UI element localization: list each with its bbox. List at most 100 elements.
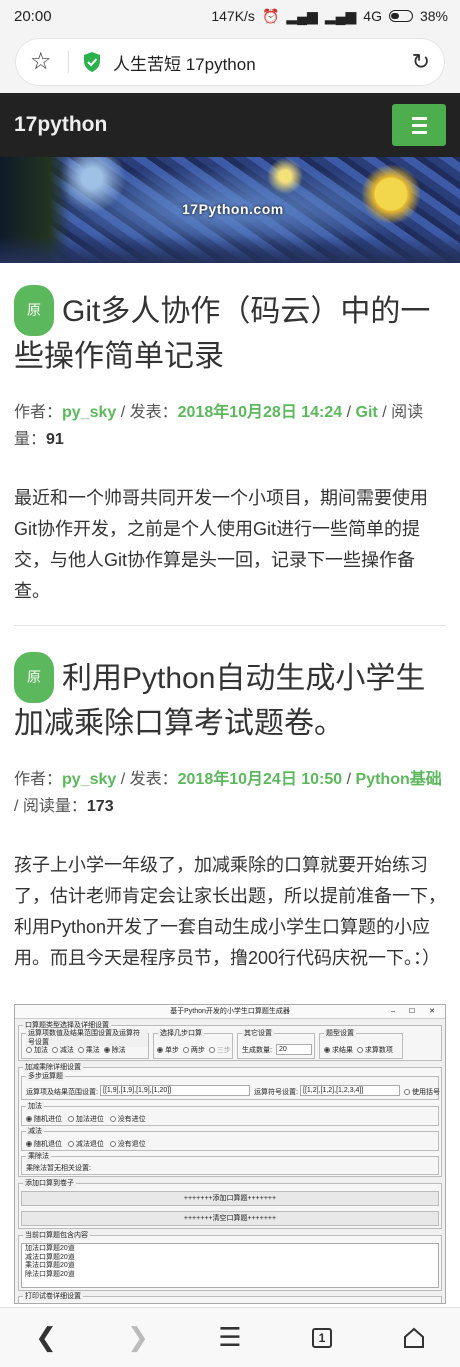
bracket-option[interactable]: 使用括号 [404, 1087, 440, 1097]
opset-label: 运算符号设置: [254, 1089, 298, 1096]
post-excerpt: 孩子上小学一年级了，加减乘除的口算就要开始练习了，估计老师肯定会让家长出题，所以… [14, 855, 446, 968]
range-input[interactable]: [[1,9],[1,9],[1,9],[1,20]] [100, 1085, 250, 1096]
divider [68, 51, 69, 73]
group-legend: 多步运算题 [26, 1072, 65, 1081]
content-line: 乘法口算题20道 [25, 1262, 75, 1269]
add-to-paper-group: 添加口算到卷子 +++++++添加口算题+++++++ +++++++清空口算题… [18, 1179, 442, 1229]
radio-icon[interactable] [26, 1141, 32, 1147]
page-title[interactable]: 人生苦短 17python [113, 50, 412, 75]
option-label: 随机进位 [34, 1116, 62, 1123]
menu-bar-icon [411, 116, 427, 120]
home-icon[interactable] [394, 1318, 434, 1358]
author-label: 作者： [14, 771, 63, 788]
browser-bottom-nav: ❮ ❯ ☰ 1 [0, 1307, 460, 1367]
checkbox-icon[interactable] [26, 1047, 32, 1053]
post-title[interactable]: 原利用Python自动生成小学生加减乘除口算考试题卷。 [14, 652, 446, 744]
post-title[interactable]: 原 Git多人协作（码云）中的一些操作简单记录 [14, 285, 446, 377]
option-label: 加法进位 [75, 1116, 104, 1123]
tabs-button[interactable]: 1 [302, 1318, 342, 1358]
date-label: / 发表： [116, 404, 178, 421]
date-label: / 发表： [116, 771, 178, 788]
opset-input[interactable]: [[1,2],[1,2],[1,2,3,4]] [300, 1085, 400, 1096]
radio-icon[interactable] [356, 1047, 363, 1053]
content-textarea[interactable]: 加法口算题20道 减法口算题20道 乘法口算题20道 除法口算题20道 [21, 1243, 439, 1288]
forward-arrow-icon[interactable]: ❯ [118, 1318, 158, 1358]
radio-icon[interactable] [208, 1047, 215, 1053]
add-questions-button[interactable]: +++++++添加口算题+++++++ [21, 1191, 439, 1206]
option-label: 随机退位 [34, 1141, 62, 1148]
checkbox-icon[interactable] [103, 1047, 110, 1053]
option-label: 三步 [216, 1047, 231, 1054]
group-legend: 乘除法 [26, 1152, 51, 1161]
alarm-icon: ⏰ [261, 7, 280, 24]
post-title-text[interactable]: 利用Python自动生成小学生加减乘除口算考试题卷。 [14, 662, 425, 740]
checkbox-icon[interactable] [404, 1089, 410, 1095]
checkbox-icon[interactable] [77, 1047, 84, 1053]
question-type-group: 题型设置 求结果 求算数项 [319, 1029, 403, 1059]
author-link[interactable]: py_sky [62, 771, 116, 788]
add-options: 随机进位 加法进位 没有进位 [26, 1114, 146, 1124]
group-legend: 减法 [26, 1127, 44, 1136]
meta-sep: / [342, 404, 356, 421]
group-legend: 加减乘除详细设置 [23, 1063, 83, 1072]
type-options: 求结果 求算数项 [324, 1045, 393, 1055]
ops-group: 运算项数值及结果范围设置及运算符号设置 加法 减法 乘法 除法 [21, 1029, 149, 1059]
content-line: 除法口算题20道 [25, 1270, 75, 1278]
current-content-group: 当前口算题包含内容 加法口算题20道 减法口算题20道 乘法口算题20道 除法口… [18, 1231, 442, 1291]
option-label: 求结果 [332, 1047, 353, 1054]
option-label: 除法 [111, 1047, 126, 1054]
category-link[interactable]: Python基础 [356, 771, 442, 788]
battery-icon [388, 10, 413, 22]
banner-hill-shape [0, 235, 460, 263]
group-legend: 选择几步口算 [158, 1029, 204, 1038]
signal-icon-2: ▂▄▆ [324, 7, 357, 24]
group-legend: 打印试卷详细设置 [23, 1292, 83, 1301]
clear-questions-button[interactable]: +++++++清空口算题+++++++ [21, 1211, 439, 1226]
menu-lines-icon[interactable]: ☰ [210, 1318, 250, 1358]
gen-count-label: 生成数量: [242, 1047, 272, 1054]
home-shape [404, 1327, 424, 1348]
muldiv-text: 乘除法暂无相关设置: [26, 1165, 91, 1172]
option-label: 求算数项 [364, 1047, 393, 1054]
back-arrow-icon[interactable]: ❮ [26, 1318, 66, 1358]
status-bar: 20:00 147K/s ⏰ ▂▄▆ ▂▄▆ 4G 38% [0, 0, 460, 32]
address-bar[interactable]: ☆ 人生苦短 17python ↻ [16, 39, 444, 85]
print-settings-group: 打印试卷详细设置 [18, 1292, 442, 1303]
author-link[interactable]: py_sky [62, 404, 116, 421]
site-brand[interactable]: 17python [14, 113, 392, 137]
sub-options: 随机退位 减法退位 没有退位 [26, 1139, 146, 1149]
detail-settings-group: 加减乘除详细设置 多步运算题 运算项及结果范围设置: [[1,9],[1,9],… [18, 1063, 442, 1177]
radio-icon[interactable] [182, 1047, 189, 1053]
banner-logo: 17Python.com [182, 201, 284, 217]
status-indicators: 147K/s ⏰ ▂▄▆ ▂▄▆ 4G 38% [211, 8, 448, 25]
content-line: 减法口算题20道 [25, 1253, 75, 1261]
radio-icon[interactable] [67, 1116, 74, 1122]
battery-level: 38% [419, 8, 448, 24]
tab-count-icon: 1 [312, 1327, 332, 1348]
radio-icon[interactable] [324, 1047, 330, 1053]
radio-icon[interactable] [109, 1116, 116, 1122]
category-link[interactable]: Git [356, 404, 378, 421]
menu-bar-icon [411, 130, 427, 134]
secure-shield-icon [84, 52, 100, 72]
views-label: / 阅读量： [14, 798, 87, 815]
radio-icon[interactable] [157, 1047, 163, 1053]
network-speed: 147K/s [211, 8, 255, 24]
gen-count-input[interactable]: 20 [276, 1044, 312, 1055]
other-settings-group: 其它设置 生成数量: 20 [237, 1029, 315, 1059]
radio-icon[interactable] [109, 1141, 116, 1147]
checkbox-icon[interactable] [51, 1047, 58, 1053]
post-title-text[interactable]: Git多人协作（码云）中的一些操作简单记录 [14, 295, 430, 373]
post-meta: 作者：py_sky / 发表：2018年10月24日 10:50 / Pytho… [14, 766, 446, 820]
original-badge: 原 [14, 652, 54, 703]
type-settings-group: 口算题类型选择及详细设置 运算项数值及结果范围设置及运算符号设置 加法 减法 乘… [18, 1021, 442, 1061]
group-legend: 加法 [26, 1102, 44, 1111]
hamburger-menu-button[interactable] [392, 104, 446, 146]
menu-bar-icon [411, 123, 427, 127]
radio-icon[interactable] [26, 1116, 32, 1122]
reload-icon[interactable]: ↻ [412, 49, 430, 75]
option-label: 两步 [190, 1047, 205, 1054]
add-group: 加法 随机进位 加法进位 没有进位 [21, 1102, 439, 1126]
radio-icon[interactable] [67, 1141, 74, 1147]
bookmark-star-icon[interactable]: ☆ [30, 50, 56, 74]
